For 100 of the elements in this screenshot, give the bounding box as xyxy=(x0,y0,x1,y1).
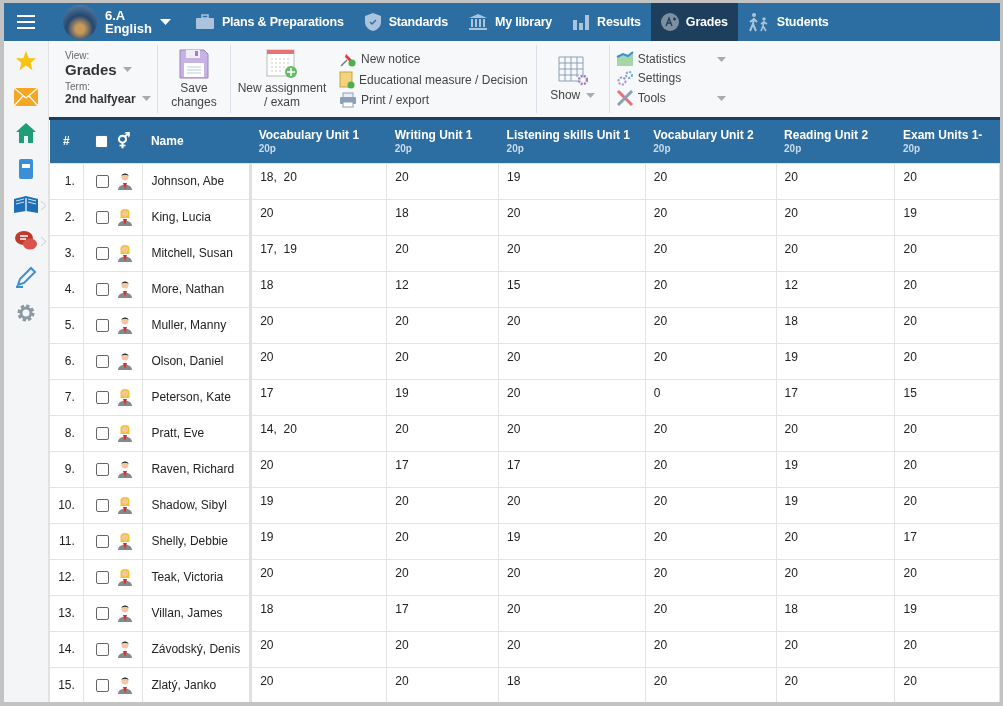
toolbar-action[interactable]: Settings xyxy=(615,70,682,86)
nav-tab[interactable]: Standards xyxy=(353,3,459,41)
assignment-header[interactable]: Listening skills Unit 1 20p xyxy=(498,120,646,163)
grade[interactable]: 20 xyxy=(653,278,668,292)
grade[interactable]: 20 xyxy=(903,638,917,652)
dropdown-caret-icon[interactable] xyxy=(159,19,171,25)
row-checkbox[interactable] xyxy=(95,210,109,224)
toolbar-action[interactable]: New notice xyxy=(339,50,528,68)
star-icon[interactable] xyxy=(15,49,37,72)
nav-tab[interactable]: My library xyxy=(458,3,563,41)
row-checkbox[interactable] xyxy=(95,246,109,260)
grade[interactable]: 20 xyxy=(260,314,274,328)
grade[interactable]: 20 xyxy=(395,674,409,688)
row-checkbox[interactable] xyxy=(95,570,109,584)
calendar-add-icon[interactable] xyxy=(266,49,298,79)
grade[interactable]: 20 xyxy=(903,350,917,364)
grade[interactable]: 18 xyxy=(395,206,409,220)
column-header[interactable]: Name xyxy=(150,134,184,149)
row-checkbox[interactable] xyxy=(95,642,109,656)
row-checkbox[interactable] xyxy=(95,174,109,188)
grade[interactable]: 20 xyxy=(507,386,521,400)
assignment-header[interactable]: Vocabulary Unit 1 20p xyxy=(250,120,387,163)
grade[interactable]: 17 xyxy=(507,458,521,472)
grade[interactable]: 20 xyxy=(653,350,668,364)
grade[interactable]: 20 xyxy=(260,566,274,580)
term-dropdown[interactable]: 2nd halfyear xyxy=(65,91,136,106)
grade[interactable]: 20 xyxy=(507,566,521,580)
grade[interactable]: 20 xyxy=(260,458,274,472)
grade[interactable]: 18 xyxy=(784,602,798,616)
row-checkbox[interactable] xyxy=(95,606,109,620)
grade[interactable]: 20 xyxy=(395,422,409,436)
assignment-header[interactable]: Writing Unit 1 20p xyxy=(386,120,499,163)
grade[interactable]: 20 xyxy=(653,566,668,580)
grade[interactable]: 0 xyxy=(653,386,661,400)
grade[interactable]: 20 xyxy=(507,602,521,616)
grade[interactable]: 18 xyxy=(784,314,798,328)
nav-tab[interactable]: Students xyxy=(737,3,839,41)
grade[interactable]: 17 xyxy=(784,386,798,400)
open-book-icon[interactable] xyxy=(13,194,39,215)
grade[interactable]: 20 xyxy=(395,638,409,652)
grade[interactable]: 19 xyxy=(784,350,798,364)
row-checkbox[interactable] xyxy=(95,390,109,404)
grade[interactable]: 20 xyxy=(653,494,668,508)
grade[interactable]: 20 xyxy=(395,494,409,508)
grade[interactable]: 12 xyxy=(395,278,409,292)
grade[interactable]: 20 xyxy=(653,242,668,256)
grade[interactable]: 18 xyxy=(260,602,274,616)
grade[interactable]: 19 xyxy=(260,530,274,544)
row-checkbox[interactable] xyxy=(95,534,109,548)
grade[interactable]: 20 xyxy=(395,242,409,256)
grid-gear-icon[interactable] xyxy=(557,56,588,86)
grade[interactable]: 20 xyxy=(903,278,917,292)
grade[interactable]: 14, 20 xyxy=(260,422,297,436)
new-assignment-button[interactable]: New assignment / exam xyxy=(231,49,333,109)
grade[interactable]: 15 xyxy=(903,386,917,400)
grade[interactable]: 19 xyxy=(395,386,409,400)
nav-tab[interactable]: Grades xyxy=(650,3,738,41)
grade[interactable]: 20 xyxy=(395,530,409,544)
menu-icon[interactable] xyxy=(17,15,35,29)
grade[interactable]: 17 xyxy=(260,386,274,400)
notebook-icon[interactable] xyxy=(18,157,34,180)
toolbar-action[interactable]: Educational measure / Decision xyxy=(339,71,528,89)
grade[interactable]: 20 xyxy=(903,170,917,184)
grade[interactable]: 20 xyxy=(903,458,917,472)
toolbar-action[interactable]: Print / export xyxy=(339,92,528,108)
grade[interactable]: 20 xyxy=(260,206,274,220)
toolbar-action[interactable]: Tools xyxy=(615,89,666,107)
grade[interactable]: 20 xyxy=(653,602,668,616)
row-checkbox[interactable] xyxy=(95,282,109,296)
grade[interactable]: 20 xyxy=(507,206,521,220)
grade[interactable]: 20 xyxy=(903,674,917,688)
assignment-header[interactable]: Vocabulary Unit 2 20p xyxy=(645,120,777,163)
grade[interactable]: 20 xyxy=(507,422,521,436)
grade[interactable]: 19 xyxy=(903,206,917,220)
grade[interactable]: 20 xyxy=(653,314,668,328)
grade[interactable]: 20 xyxy=(260,638,274,652)
grade[interactable]: 12 xyxy=(784,278,798,292)
select-all-checkbox[interactable] xyxy=(95,134,109,148)
grade[interactable]: 20 xyxy=(507,314,521,328)
grade[interactable]: 20 xyxy=(784,638,798,652)
grade[interactable]: 20 xyxy=(784,242,798,256)
grade[interactable]: 20 xyxy=(903,242,917,256)
grade[interactable]: 20 xyxy=(260,350,274,364)
grade[interactable]: 20 xyxy=(653,422,668,436)
grade[interactable]: 20 xyxy=(507,242,521,256)
grade[interactable]: 19 xyxy=(903,602,917,616)
grade[interactable]: 15 xyxy=(507,278,521,292)
grade[interactable]: 20 xyxy=(903,566,917,580)
grade[interactable]: 20 xyxy=(653,674,668,688)
view-dropdown[interactable]: Grades xyxy=(65,60,117,78)
show-button[interactable]: Show xyxy=(536,56,609,102)
student-name[interactable]: Pratt, Eve xyxy=(151,426,205,440)
assignment-header[interactable]: Exam Units 1- 20p xyxy=(895,120,1000,163)
assignment-header[interactable]: Reading Unit 2 20p xyxy=(776,120,895,163)
grade[interactable]: 19 xyxy=(784,494,798,508)
row-checkbox[interactable] xyxy=(95,426,109,440)
grade[interactable]: 20 xyxy=(784,566,798,580)
grade[interactable]: 19 xyxy=(507,530,521,544)
settings-icon[interactable] xyxy=(16,302,36,323)
grade[interactable]: 18, 20 xyxy=(260,170,297,184)
